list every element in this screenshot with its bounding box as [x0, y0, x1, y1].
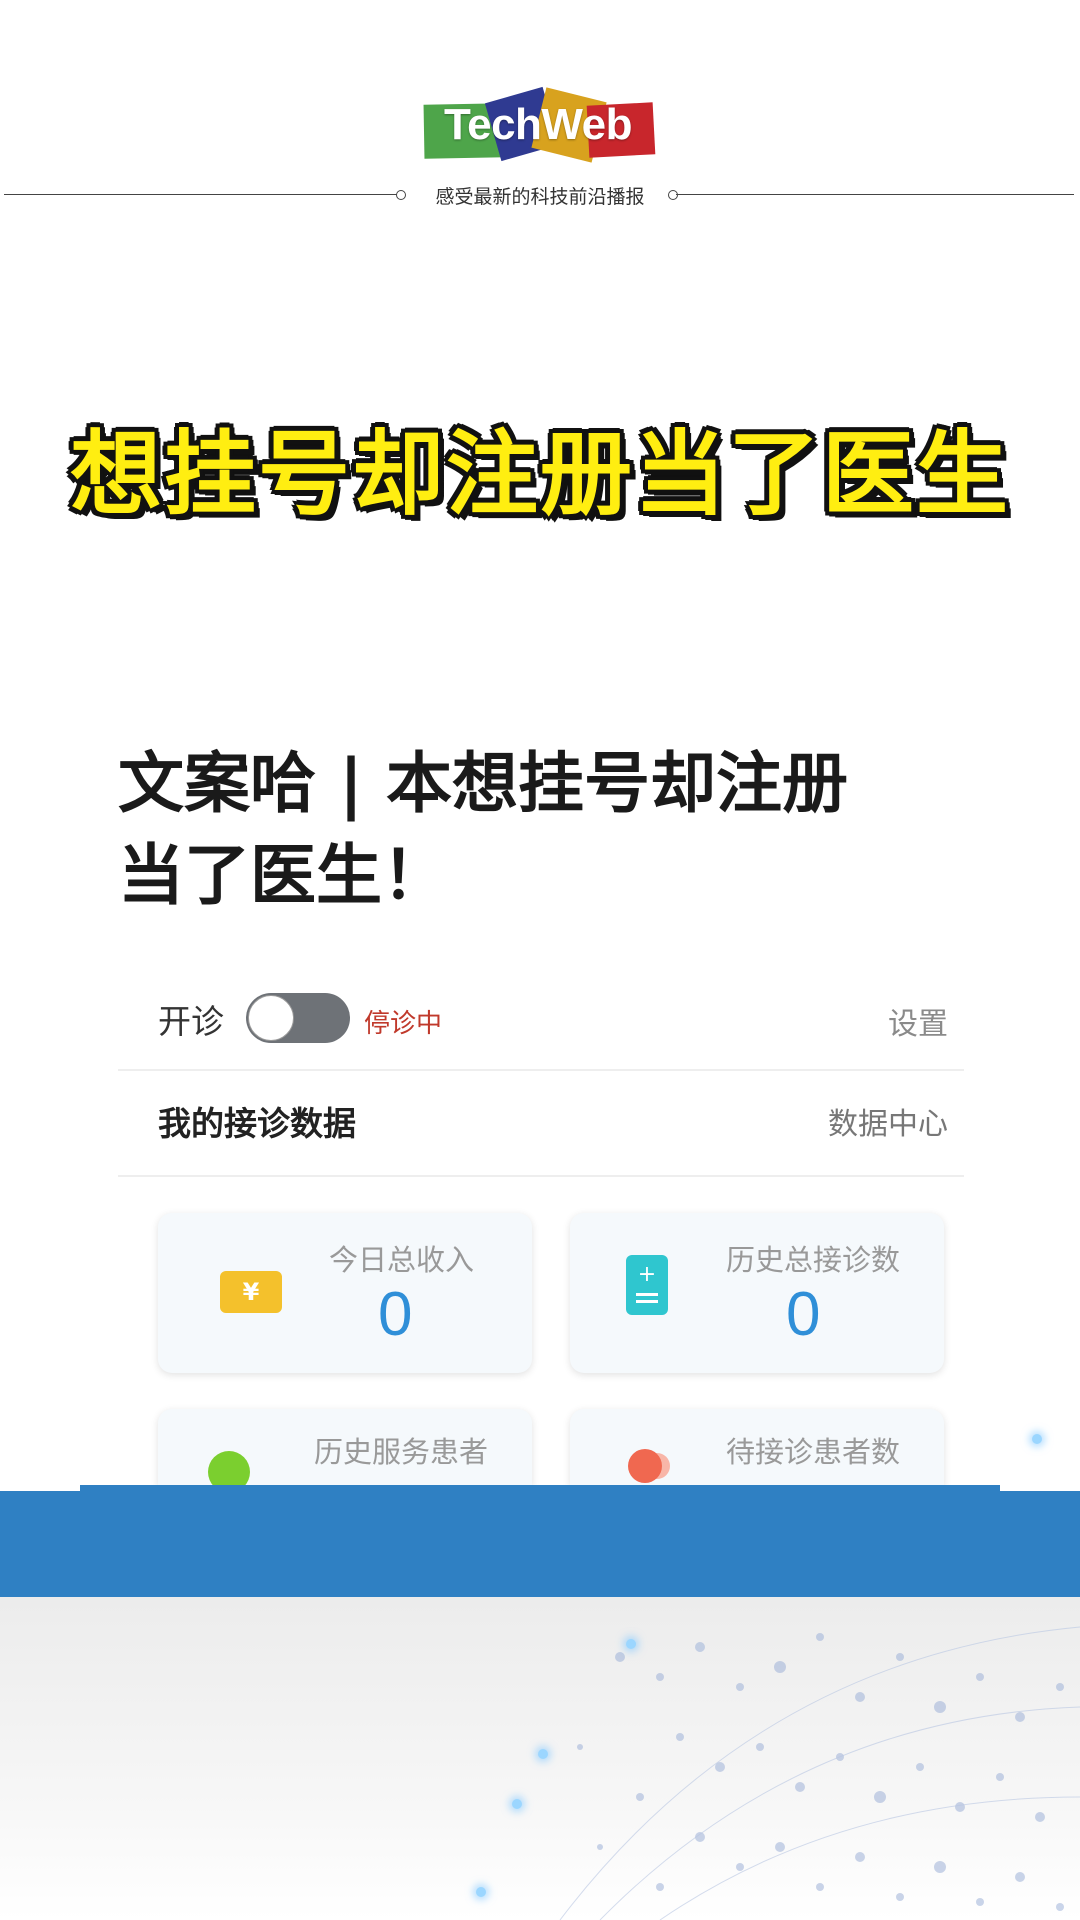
article-title-line-1: 文案哈 | 本想挂号却注册 [118, 745, 849, 822]
card-label: 今日总收入 [328, 1243, 474, 1277]
card-value: 0 [378, 1280, 413, 1349]
logo-text: TechWeb [443, 100, 633, 149]
card-label: 历史总接诊数 [725, 1243, 900, 1277]
band-notch [0, 1485, 80, 1491]
served-patients-card[interactable]: 历史服务患者 [158, 1409, 532, 1493]
article-title: 文案哈 | 本想挂号却注册 当了医生！ [118, 738, 938, 922]
divider-dot-left [396, 190, 406, 200]
toggle-knob [248, 995, 294, 1041]
divider-right [676, 194, 1074, 195]
total-consults-card[interactable]: + 历史总接诊数 0 [570, 1213, 944, 1373]
techweb-logo: TechWeb [420, 86, 656, 164]
sparkle-icon [1032, 1434, 1042, 1444]
sparkle-icon [626, 1639, 636, 1649]
divider [118, 1069, 964, 1071]
tagline-row: 感受最新的科技前沿播报 [0, 182, 1080, 208]
doctor-app-panel: 开诊 停诊中 设置 我的接诊数据 数据中心 ¥ 今日总收入 0 + 历史总接诊数… [118, 993, 964, 1493]
card-label: 历史服务患者 [313, 1435, 488, 1469]
consult-label: 开诊 [158, 1002, 224, 1041]
article-title-line-2: 当了医生！ [118, 837, 448, 914]
divider-left [4, 194, 398, 195]
consult-toggle[interactable] [246, 993, 350, 1043]
today-income-card[interactable]: ¥ 今日总收入 0 [158, 1213, 532, 1373]
consult-data-header: 我的接诊数据 数据中心 [158, 1097, 948, 1153]
consult-status-row: 开诊 停诊中 设置 [158, 993, 948, 1055]
video-headline: 想挂号却注册当了医生 [69, 421, 1010, 528]
settings-link[interactable]: 设置 [888, 999, 948, 1043]
sparkle-icon [476, 1887, 486, 1897]
tagline: 感受最新的科技前沿播报 [435, 186, 645, 208]
blue-band [0, 1485, 1080, 1597]
card-label: 待接诊患者数 [725, 1435, 900, 1469]
divider-dot-right [668, 190, 678, 200]
band-notch [1000, 1485, 1080, 1491]
consult-state: 停诊中 [364, 1009, 443, 1039]
sparkle-icon [512, 1799, 522, 1809]
waiting-patients-card[interactable]: 待接诊患者数 [570, 1409, 944, 1485]
tech-globe-background [0, 1597, 1080, 1920]
divider [118, 1175, 964, 1177]
section-title: 我的接诊数据 [158, 1104, 356, 1143]
data-center-link[interactable]: 数据中心 [828, 1099, 948, 1143]
card-value: 0 [786, 1280, 821, 1349]
sparkle-icon [538, 1749, 548, 1759]
